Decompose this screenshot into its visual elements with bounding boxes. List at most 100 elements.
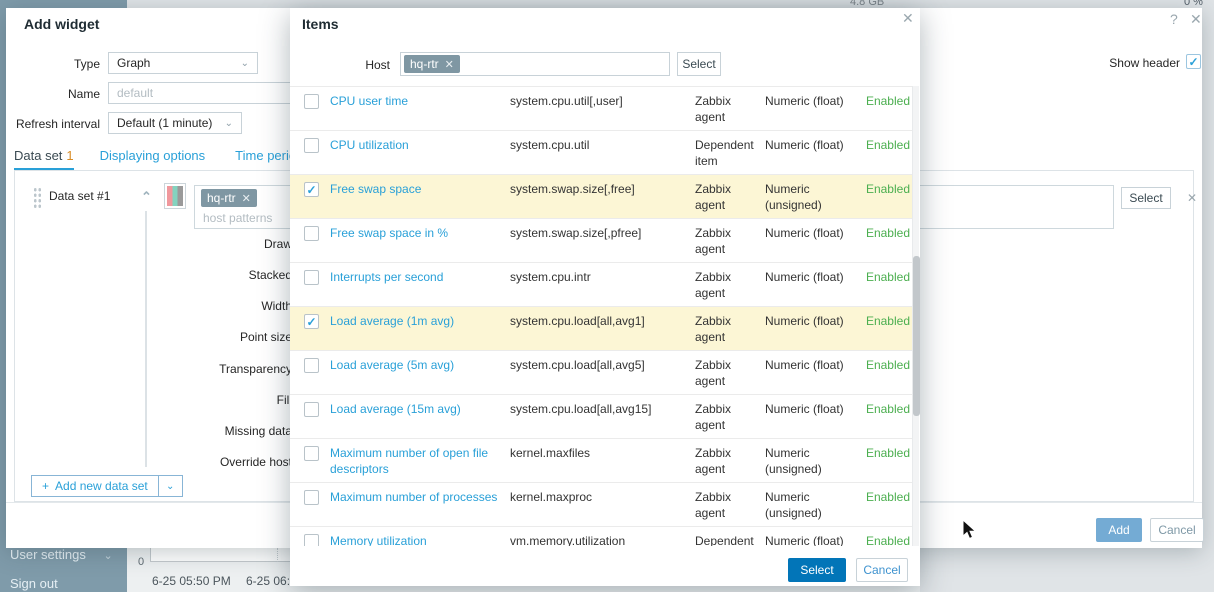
sidebar-item-user-settings[interactable]: User settings ⌄: [10, 547, 113, 562]
item-key: kernel.maxfiles: [510, 446, 591, 460]
item-status-badge: Enabled: [865, 402, 910, 416]
host-pattern-tag: hq-rtr ✕: [201, 189, 257, 207]
item-name-link[interactable]: CPU utilization: [330, 137, 502, 153]
item-name-link[interactable]: Interrupts per second: [330, 269, 502, 285]
item-checkbox[interactable]: ✓: [304, 314, 319, 329]
item-key: system.cpu.util[,user]: [510, 94, 623, 108]
item-checkbox[interactable]: [304, 358, 319, 373]
modal-scrollbar[interactable]: [912, 86, 920, 586]
modal-select-button[interactable]: Select: [788, 558, 846, 582]
item-row[interactable]: CPU utilization system.cpu.util Dependen…: [290, 131, 912, 175]
add-new-data-set-button: + Add new data set ⌄: [31, 475, 183, 497]
item-row[interactable]: Free swap space in % system.swap.size[,p…: [290, 219, 912, 263]
data-set-option-labels: Draw Stacked Width Point size Transparency Fi…: [23, 237, 292, 469]
item-checkbox[interactable]: [304, 490, 319, 505]
graph-x-tick-1: 6-25 05:50 PM: [152, 574, 231, 588]
item-name-link[interactable]: Free swap space: [330, 181, 502, 197]
option-label-override-host: Override host: [219, 454, 292, 469]
show-header-label: Show header: [1109, 56, 1180, 70]
item-key: system.cpu.intr: [510, 270, 591, 284]
check-icon: ✓: [1188, 54, 1199, 69]
item-status-badge: Enabled: [865, 94, 910, 108]
remove-tag-icon[interactable]: ✕: [242, 192, 251, 205]
type-select[interactable]: Graph ⌄: [108, 52, 258, 74]
item-row[interactable]: Load average (5m avg) system.cpu.load[al…: [290, 351, 912, 395]
item-type: Zabbix agent: [695, 94, 732, 124]
item-checkbox[interactable]: [304, 226, 319, 241]
chevron-down-icon: ⌄: [103, 550, 113, 562]
type-label: Type: [73, 57, 100, 71]
items-table: CPU user time system.cpu.util[,user] Zab…: [290, 86, 912, 578]
drag-handle-icon[interactable]: [33, 187, 42, 209]
plus-icon: +: [42, 479, 50, 493]
item-status-badge: Enabled: [865, 446, 910, 460]
item-status-badge: Enabled: [865, 226, 910, 240]
item-key: kernel.maxproc: [510, 490, 593, 504]
item-row[interactable]: ✓ Load average (1m avg) system.cpu.load[…: [290, 307, 912, 351]
item-name-link[interactable]: Load average (15m avg): [330, 401, 502, 417]
item-name-link[interactable]: CPU user time: [330, 93, 502, 109]
close-icon[interactable]: ✕: [902, 11, 914, 25]
item-type: Zabbix agent: [695, 314, 732, 344]
item-name-link[interactable]: Load average (1m avg): [330, 313, 502, 329]
item-checkbox[interactable]: [304, 446, 319, 461]
item-checkbox[interactable]: [304, 270, 319, 285]
check-icon: ✓: [306, 182, 317, 197]
item-key: system.cpu.load[all,avg15]: [510, 402, 652, 416]
host-tag: hq-rtr ✕: [404, 55, 460, 73]
refresh-interval-select[interactable]: Default (1 minute) ⌄: [108, 112, 242, 134]
name-label: Name: [67, 87, 100, 101]
item-type: Zabbix agent: [695, 270, 732, 300]
item-row[interactable]: Maximum number of processes kernel.maxpr…: [290, 483, 912, 527]
modal-footer: Select Cancel: [290, 546, 920, 586]
item-row[interactable]: Maximum number of open file descriptors …: [290, 439, 912, 483]
host-input[interactable]: hq-rtr ✕: [400, 52, 670, 76]
option-label-point-size: Point size: [239, 330, 292, 345]
scrollbar-thumb[interactable]: [913, 256, 920, 416]
item-status-badge: Enabled: [865, 138, 910, 152]
item-type: Zabbix agent: [695, 226, 732, 256]
item-checkbox[interactable]: ✓: [304, 182, 319, 197]
color-palette-swatch[interactable]: [164, 183, 186, 209]
page-root: { "colors": { "link_blue": "#29a0d8", "e…: [0, 0, 1214, 592]
item-row[interactable]: ✓ Free swap space system.swap.size[,free…: [290, 175, 912, 219]
data-set-title: Data set #1: [49, 189, 111, 203]
item-name-link[interactable]: Load average (5m avg): [330, 357, 502, 373]
chevron-down-icon: ⌄: [224, 117, 233, 129]
add-button[interactable]: Add: [1096, 518, 1142, 542]
item-key: system.swap.size[,pfree]: [510, 226, 642, 240]
tab-displaying-options[interactable]: Displaying options: [100, 148, 210, 171]
item-checkbox[interactable]: [304, 138, 319, 153]
cancel-button[interactable]: Cancel: [1150, 518, 1204, 542]
item-row[interactable]: CPU user time system.cpu.util[,user] Zab…: [290, 87, 912, 131]
item-type: Zabbix agent: [695, 490, 732, 520]
item-name-link[interactable]: Free swap space in %: [330, 225, 502, 241]
sidebar-item-sign-out[interactable]: Sign out: [10, 576, 58, 591]
remove-tag-icon[interactable]: ✕: [445, 58, 454, 71]
item-type: Zabbix agent: [695, 358, 732, 388]
tab-data-set[interactable]: Data set 1: [14, 148, 74, 171]
add-new-data-set-caret[interactable]: ⌄: [158, 475, 183, 497]
add-new-data-set-main[interactable]: + Add new data set: [31, 475, 159, 497]
close-icon[interactable]: ✕: [1190, 12, 1202, 26]
item-status-badge: Enabled: [865, 182, 910, 196]
item-checkbox[interactable]: [304, 402, 319, 417]
option-label-width: Width: [261, 299, 292, 314]
item-type: Zabbix agent: [695, 182, 732, 212]
item-row[interactable]: Load average (15m avg) system.cpu.load[a…: [290, 395, 912, 439]
item-name-link[interactable]: Maximum number of open file descriptors: [330, 445, 502, 477]
item-status-badge: Enabled: [865, 490, 910, 504]
item-checkbox[interactable]: [304, 94, 319, 109]
chevron-down-icon: ⌄: [166, 480, 175, 492]
collapse-icon[interactable]: ⌃: [141, 189, 152, 205]
percent-fragment: 0 %: [1184, 0, 1203, 8]
graph-y-axis-zero: 0: [138, 556, 145, 568]
host-select-button[interactable]: Select: [677, 52, 721, 76]
show-header-checkbox[interactable]: ✓: [1186, 54, 1201, 69]
remove-data-set-icon[interactable]: ✕: [1187, 191, 1197, 205]
help-icon[interactable]: ?: [1170, 12, 1178, 26]
item-row[interactable]: Interrupts per second system.cpu.intr Za…: [290, 263, 912, 307]
modal-cancel-button[interactable]: Cancel: [856, 558, 908, 582]
host-patterns-select-button[interactable]: Select: [1121, 187, 1171, 209]
item-name-link[interactable]: Maximum number of processes: [330, 489, 502, 505]
